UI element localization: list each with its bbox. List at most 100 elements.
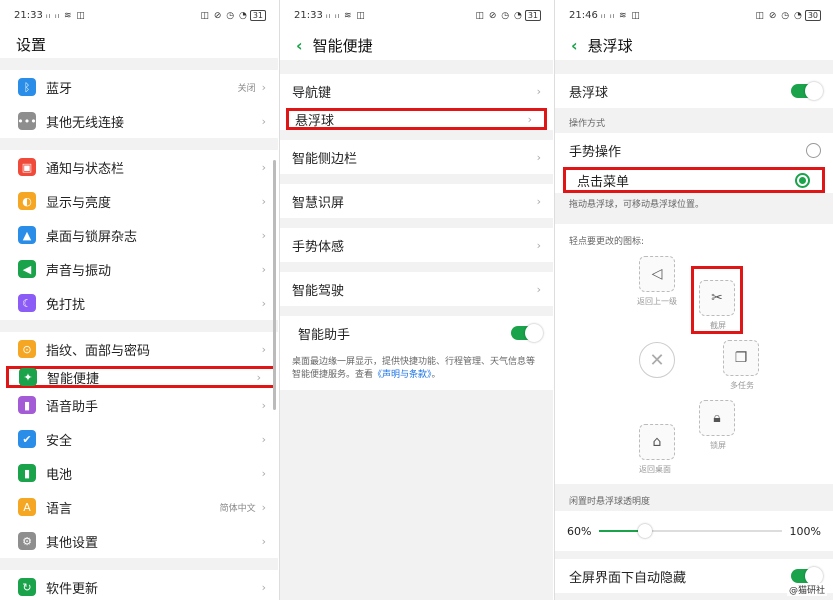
drag-description: 拖动悬浮球，可移动悬浮球位置。 xyxy=(569,200,705,210)
smart-assistant-row[interactable]: 智能助手 xyxy=(280,316,553,350)
floating-ball-toggle[interactable] xyxy=(791,82,823,100)
smart-row-label: 智能侧边栏 xyxy=(292,151,358,167)
opacity-slider-row: 60% 100% xyxy=(555,511,833,551)
assistant-description: 桌面最边缘一屏显示，提供快捷功能、行程管理、天气信息等智能便捷服务。查看《声明与… xyxy=(280,350,553,390)
settings-row[interactable]: ☾ 免打扰 › xyxy=(0,286,278,320)
settings-row-label: 声音与振动 xyxy=(46,263,112,279)
chevron-right-icon: › xyxy=(261,160,266,174)
battery-level: 30 xyxy=(804,9,821,21)
settings-row-label: 电池 xyxy=(46,467,73,483)
chevron-right-icon: › xyxy=(261,114,266,128)
smart-row[interactable]: 导航键 › xyxy=(280,74,553,108)
back-arrow-icon[interactable]: ‹ xyxy=(571,36,578,55)
screenshot-icon[interactable]: ✂ xyxy=(699,280,735,316)
settings-row-label: 免打扰 xyxy=(46,297,86,313)
settings-row[interactable]: ⚙ 其他设置 › xyxy=(0,524,278,558)
back-icon[interactable]: ◁ xyxy=(639,256,675,292)
chevron-right-icon: › xyxy=(261,534,266,548)
floating-ball-panel: 21:46 ᵢₗ ᵢₗ ≋ ◫ ◫ ⊘ ◷ ◔ 30 ‹ 悬浮球 悬浮球 操作方式… xyxy=(554,0,833,600)
notification-icon: ▣ xyxy=(18,158,36,176)
update-icon: ↻ xyxy=(18,578,36,596)
settings-group: ↻ 软件更新 › xyxy=(0,570,278,600)
status-bar: 21:46 ᵢₗ ᵢₗ ≋ ◫ ◫ ⊘ ◷ ◔ 30 xyxy=(555,0,833,30)
lock-glyph: 🔒︎ xyxy=(713,410,721,426)
settings-row[interactable]: ✦ 智能便捷 › xyxy=(6,366,276,388)
opacity-thumb[interactable] xyxy=(637,524,652,538)
page-title: 设置 xyxy=(0,30,278,58)
page-header: ‹ 悬浮球 xyxy=(555,30,833,60)
smart-assistant-toggle[interactable] xyxy=(511,324,543,342)
smart-row[interactable]: 智慧识屏 › xyxy=(280,184,553,218)
opacity-slider[interactable] xyxy=(599,524,782,538)
assistant-desc-end: 。 xyxy=(431,370,441,380)
chevron-right-icon: › xyxy=(261,228,266,242)
terms-link[interactable]: 《声明与条款》 xyxy=(373,370,432,380)
scrollbar[interactable] xyxy=(273,160,276,410)
settings-row-label: 指纹、面部与密码 xyxy=(46,343,151,359)
chevron-right-icon: › xyxy=(261,80,266,94)
smart-assistant-label: 智能助手 xyxy=(298,327,351,343)
bluetooth-icon: ᛒ xyxy=(18,78,36,96)
status-icons: ◫ ⊘ ◷ ◔ xyxy=(475,10,523,21)
toggle-group: 悬浮球 xyxy=(555,74,833,108)
signal-icon: ᵢₗ ᵢₗ ≋ ◫ xyxy=(46,10,86,21)
smart-row[interactable]: 智能驾驶 › xyxy=(280,272,553,306)
smart-row[interactable]: 智能侧边栏 › xyxy=(280,140,553,174)
chevron-right-icon: › xyxy=(536,84,541,98)
chevron-right-icon: › xyxy=(261,296,266,310)
assistant-group: 智能助手 桌面最边缘一屏显示，提供快捷功能、行程管理、天气信息等智能便捷服务。查… xyxy=(280,316,553,390)
mode-group: 手势操作 点击菜单 xyxy=(555,133,833,193)
settings-row-label: 语言 xyxy=(46,501,73,517)
settings-group: ⊙ 指纹、面部与密码 › ✦ 智能便捷 › ▮ 语音助手 › ✔ 安全 › ▮ 电池 › A 语言 简体中文 › ⚙ 其… xyxy=(0,332,278,558)
tap-menu-option[interactable]: 点击菜单 xyxy=(563,167,825,193)
settings-row[interactable]: ✔ 安全 › xyxy=(0,422,278,456)
settings-row[interactable]: ◐ 显示与亮度 › xyxy=(0,184,278,218)
home-icon[interactable]: ⌂ xyxy=(639,424,675,460)
settings-row-label: 智能便捷 xyxy=(47,371,100,387)
gesture-option[interactable]: 手势操作 xyxy=(555,133,833,167)
settings-row[interactable]: ᛒ 蓝牙 关闭 › xyxy=(0,70,278,104)
smart-row[interactable]: 手势体感 › xyxy=(280,228,553,262)
icon-editor: 轻点要更改的图标: ◁ 返回上一级 ✂ 截屏 ✕ ❐ 多任务 🔒︎ 锁屏 ⌂ 返… xyxy=(555,224,833,484)
page-title: 悬浮球 xyxy=(587,36,633,55)
opacity-max: 100% xyxy=(789,524,821,538)
settings-row[interactable]: ▲ 桌面与锁屏杂志 › xyxy=(0,218,278,252)
lock-caption: 锁屏 xyxy=(710,441,726,450)
smart-row-label: 智慧识屏 xyxy=(292,195,345,211)
settings-row-label: 语音助手 xyxy=(46,399,99,415)
smart-row[interactable]: 悬浮球 › xyxy=(286,108,547,130)
gear-icon: ⚙ xyxy=(18,532,36,550)
auto-hide-toggle[interactable] xyxy=(791,567,823,585)
smart-row-label: 智能驾驶 xyxy=(292,283,345,299)
status-time: 21:33 xyxy=(294,9,323,21)
settings-row[interactable]: ◀ 声音与振动 › xyxy=(0,252,278,286)
lock-icon[interactable]: 🔒︎ xyxy=(699,400,735,436)
status-icons: ◫ ⊘ ◷ ◔ xyxy=(755,10,803,21)
settings-row[interactable]: A 语言 简体中文 › xyxy=(0,490,278,524)
close-center-icon[interactable]: ✕ xyxy=(639,342,675,378)
smart-group: 智慧识屏 › xyxy=(280,184,553,218)
battery-icon: ▮ xyxy=(18,464,36,482)
chevron-right-icon: › xyxy=(261,466,266,480)
page-header: ‹ 智能便捷 xyxy=(280,30,553,60)
settings-row[interactable]: ▮ 电池 › xyxy=(0,456,278,490)
back-arrow-icon[interactable]: ‹ xyxy=(296,36,303,55)
settings-row-label: 软件更新 xyxy=(46,581,99,597)
multitask-icon[interactable]: ❐ xyxy=(723,340,759,376)
settings-row[interactable]: ▮ 语音助手 › xyxy=(0,388,278,422)
battery-level: 31 xyxy=(249,9,266,21)
fingerprint-icon: ⊙ xyxy=(18,340,36,358)
settings-row[interactable]: ••• 其他无线连接 › xyxy=(0,104,278,138)
screenshot-caption: 截屏 xyxy=(710,321,726,330)
status-time: 21:33 xyxy=(14,9,43,21)
multitask-glyph: ❐ xyxy=(734,350,748,366)
settings-row[interactable]: ↻ 软件更新 › xyxy=(0,570,278,600)
gesture-radio[interactable] xyxy=(806,142,821,158)
settings-row[interactable]: ▣ 通知与状态栏 › xyxy=(0,150,278,184)
chevron-right-icon: › xyxy=(256,370,261,384)
settings-row-label: 显示与亮度 xyxy=(46,195,112,211)
mode-section-title: 操作方式 xyxy=(569,119,606,129)
settings-row[interactable]: ⊙ 指纹、面部与密码 › xyxy=(0,332,278,366)
floating-ball-toggle-row[interactable]: 悬浮球 xyxy=(555,74,833,108)
tap-menu-radio[interactable] xyxy=(795,172,810,188)
